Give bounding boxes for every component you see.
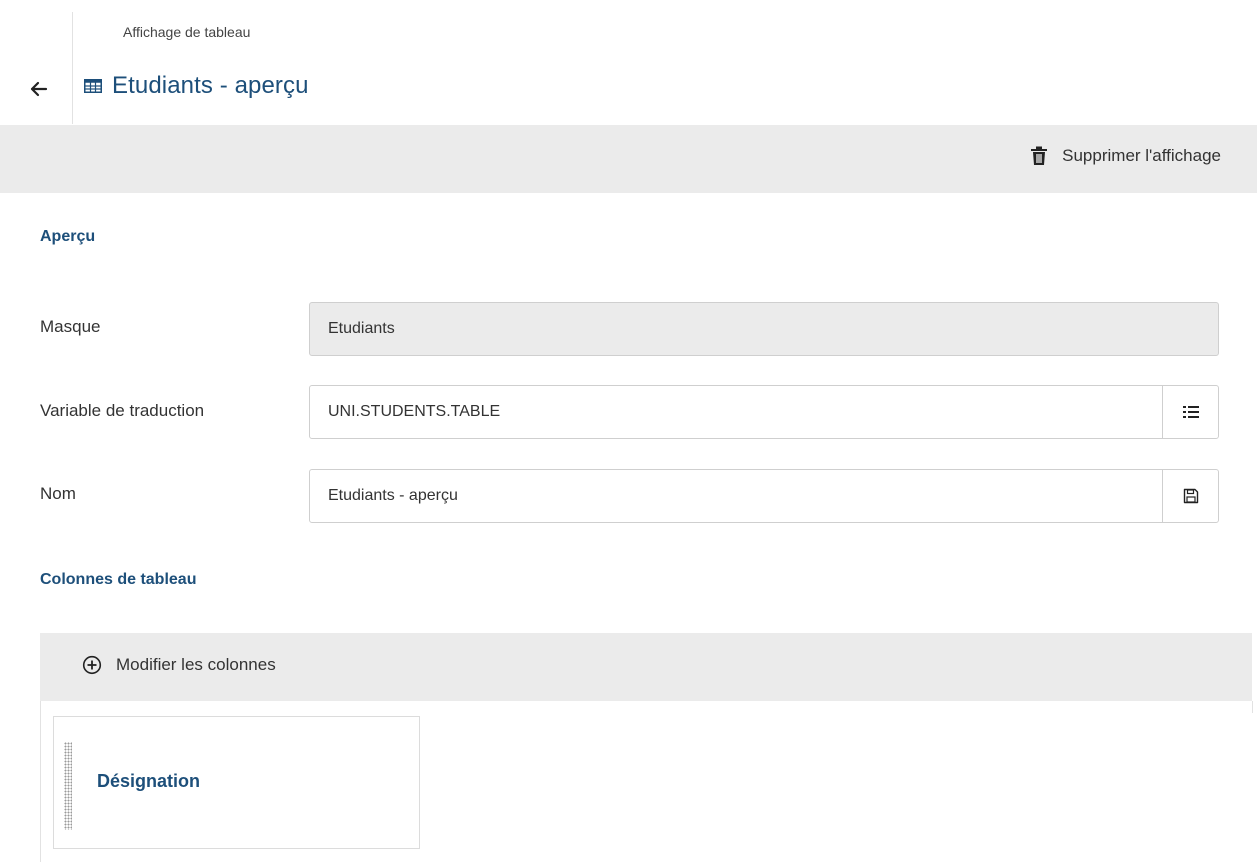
column-card[interactable]: Désignation [53, 716, 420, 849]
field-label-mask: Masque [40, 317, 101, 336]
translation-variable-field[interactable] [309, 385, 1219, 439]
save-icon [1183, 488, 1198, 504]
columns-area-border-right [1252, 701, 1253, 713]
table-icon [84, 79, 102, 93]
trash-icon [1031, 146, 1048, 165]
page-header: Affichage de tableau Etudiants - aperçu [0, 0, 1257, 124]
toolbar: Supprimer l'affichage [0, 125, 1257, 193]
page-kicker: Affichage de tableau [123, 24, 251, 40]
header-divider [72, 12, 73, 124]
mask-field: Etudiants [309, 302, 1219, 356]
page-title: Etudiants - aperçu [112, 72, 309, 99]
section-title-overview: Aperçu [40, 228, 96, 245]
save-name-button[interactable] [1162, 470, 1218, 522]
list-icon [1182, 406, 1199, 418]
modify-columns-label: Modifier les colonnes [116, 655, 276, 674]
mask-value: Etudiants [328, 320, 395, 337]
section-title-table-columns: Colonnes de tableau [40, 571, 197, 588]
field-label-name: Nom [40, 484, 76, 503]
modify-columns-button[interactable]: Modifier les colonnes [82, 655, 276, 675]
name-input[interactable] [310, 487, 1162, 505]
title-row: Etudiants - aperçu [84, 72, 309, 100]
field-label-translation-variable: Variable de traduction [40, 401, 205, 420]
columns-area-border [40, 701, 41, 862]
delete-view-label: Supprimer l'affichage [1062, 146, 1221, 165]
arrow-left-icon [30, 81, 48, 97]
back-button[interactable] [24, 74, 54, 104]
plus-circle-icon [82, 655, 102, 675]
translation-picker-button[interactable] [1162, 386, 1218, 438]
drag-handle-icon[interactable] [64, 742, 72, 830]
columns-toolbar: Modifier les colonnes [40, 633, 1252, 701]
name-field[interactable] [309, 469, 1219, 523]
column-name: Désignation [97, 771, 201, 791]
translation-variable-input[interactable] [310, 403, 1162, 421]
delete-view-button[interactable]: Supprimer l'affichage [1030, 146, 1221, 166]
